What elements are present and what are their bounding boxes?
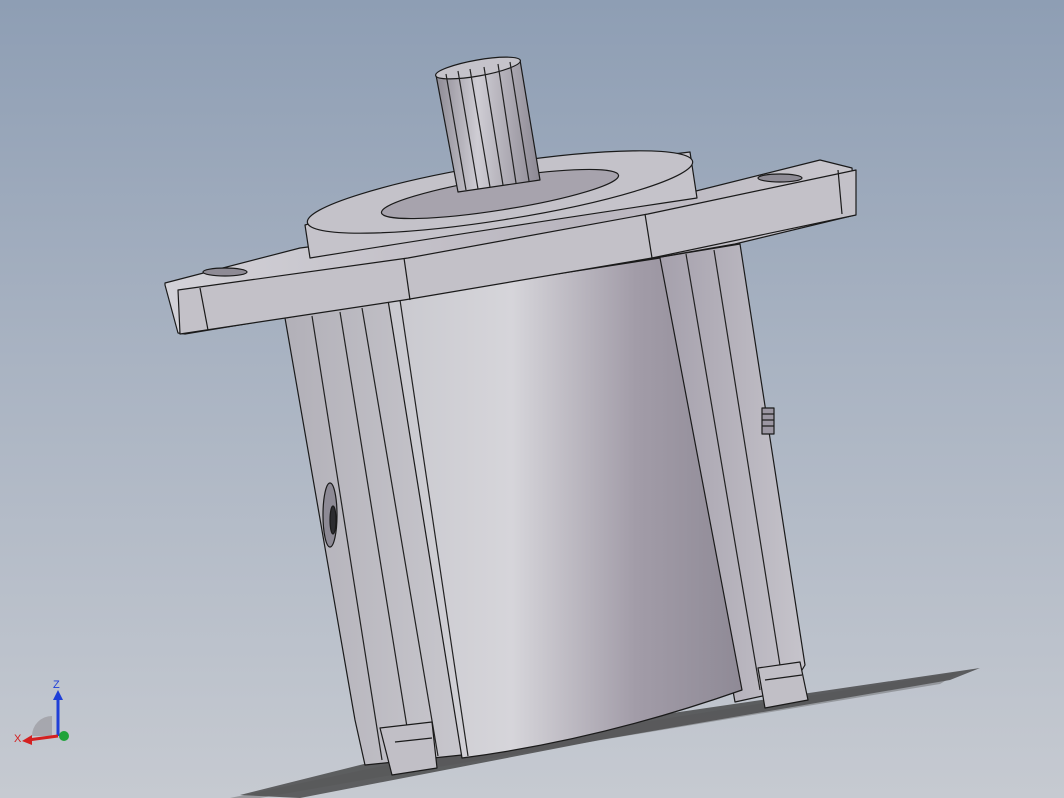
triad-shading (32, 716, 52, 736)
model-view[interactable] (0, 0, 1064, 798)
foot-right (757, 661, 809, 709)
y-axis-dot-icon (59, 731, 69, 741)
output-shaft[interactable] (434, 53, 541, 193)
motor-body[interactable] (164, 53, 857, 776)
flange-slot-right (757, 173, 803, 183)
x-axis-label: X (14, 733, 22, 745)
x-arrow-icon (22, 735, 32, 745)
x-axis (27, 734, 59, 742)
z-axis-label: Z (53, 679, 60, 691)
z-arrow-icon (53, 690, 63, 700)
flange-slot-left (202, 267, 248, 277)
drain-fitting (761, 407, 775, 435)
reference-triad: Z X (14, 679, 69, 745)
graphics-viewport[interactable]: Z X (0, 0, 1064, 798)
